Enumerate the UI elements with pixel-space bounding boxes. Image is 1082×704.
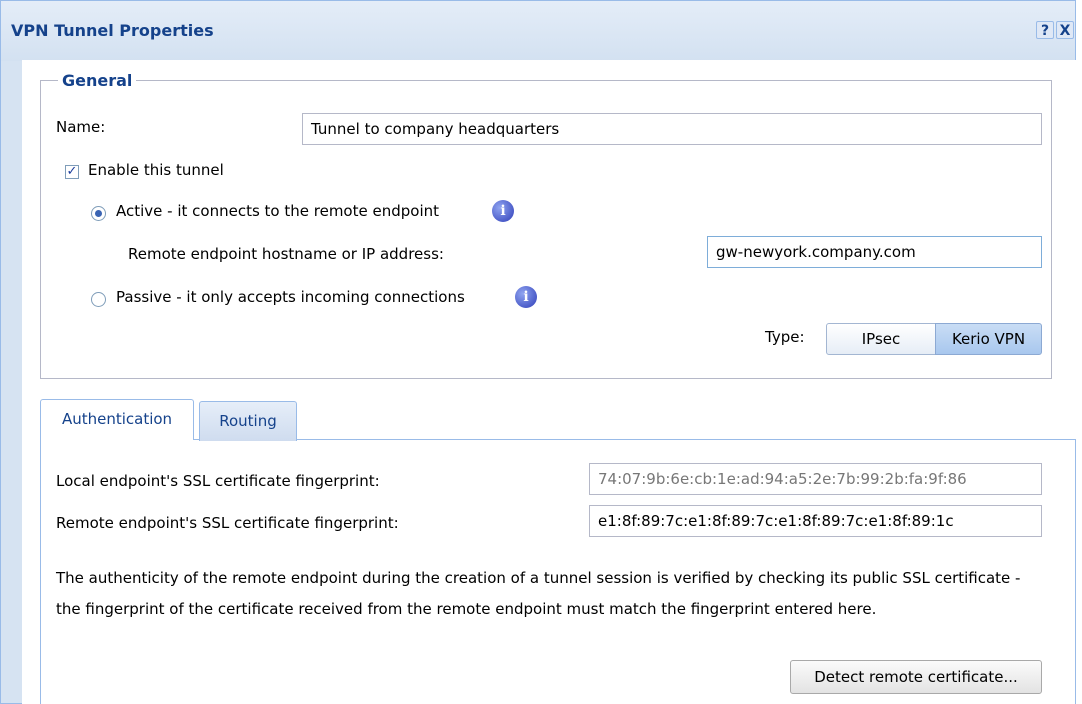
remote-fingerprint-label: Remote endpoint's SSL certificate finger… xyxy=(56,514,399,532)
detect-remote-certificate-button[interactable]: Detect remote certificate... xyxy=(790,660,1042,694)
tabstrip-divider xyxy=(40,439,1076,440)
local-fingerprint-label: Local endpoint's SSL certificate fingerp… xyxy=(56,472,380,490)
name-input[interactable]: Tunnel to company headquarters xyxy=(302,113,1042,145)
dialog-titlebar[interactable]: VPN Tunnel Properties ? X xyxy=(1,1,1075,61)
dialog-title: VPN Tunnel Properties xyxy=(11,21,214,40)
general-legend: General xyxy=(58,71,137,90)
tab-routing[interactable]: Routing xyxy=(199,401,297,441)
active-info-icon[interactable]: i xyxy=(492,200,514,222)
authentication-description: The authenticity of the remote endpoint … xyxy=(56,569,1021,618)
help-icon[interactable]: ? xyxy=(1036,21,1054,39)
remote-endpoint-label: Remote endpoint hostname or IP address: xyxy=(128,245,444,263)
active-mode-label[interactable]: Active - it connects to the remote endpo… xyxy=(116,202,439,220)
passive-mode-label[interactable]: Passive - it only accepts incoming conne… xyxy=(116,288,465,306)
close-icon[interactable]: X xyxy=(1056,21,1074,39)
remote-endpoint-input[interactable]: gw-newyork.company.com xyxy=(707,236,1042,268)
name-label: Name: xyxy=(56,118,106,136)
type-ipsec-button[interactable]: IPsec xyxy=(826,323,936,355)
passive-info-icon[interactable]: i xyxy=(515,286,537,308)
remote-fingerprint-input[interactable]: e1:8f:89:7c:e1:8f:89:7c:e1:8f:89:7c:e1:8… xyxy=(589,505,1042,537)
passive-mode-radio[interactable] xyxy=(91,292,106,307)
tab-authentication[interactable]: Authentication xyxy=(40,399,194,440)
type-label: Type: xyxy=(765,328,805,346)
active-mode-radio[interactable] xyxy=(91,206,106,221)
enable-tunnel-label[interactable]: Enable this tunnel xyxy=(88,161,224,179)
local-fingerprint-field: 74:07:9b:6e:cb:1e:ad:94:a5:2e:7b:99:2b:f… xyxy=(589,463,1042,495)
type-kerio-vpn-button[interactable]: Kerio VPN xyxy=(935,323,1042,355)
enable-tunnel-checkbox[interactable]: ✓ xyxy=(65,165,79,179)
